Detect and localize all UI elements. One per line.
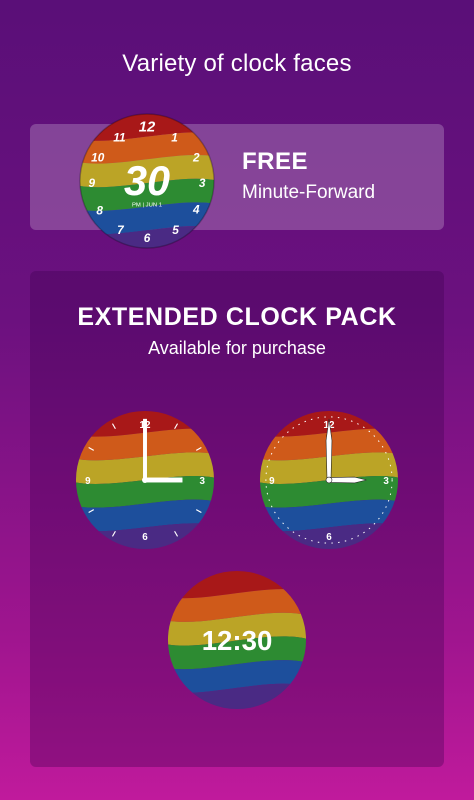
- numeral-6: 6: [326, 532, 332, 543]
- extended-pack-subtitle: Available for purchase: [148, 338, 326, 358]
- page-title: Variety of clock faces: [122, 50, 352, 77]
- numeral-9: 9: [85, 476, 91, 487]
- numeral-10: 10: [91, 150, 105, 164]
- numeral-5: 5: [172, 223, 179, 237]
- analog-clock-1: 12 3 6 9: [75, 410, 215, 550]
- numeral-6: 6: [142, 532, 148, 543]
- digital-clock: 12:30: [167, 570, 307, 710]
- free-clock-card[interactable]: 12 1 2 3 4 5 6 7 8 9 10 11 30 PM | JUN 1…: [30, 113, 444, 249]
- numeral-1: 1: [171, 131, 178, 145]
- analog-clock-2: 12 3 6 9: [259, 410, 399, 550]
- hour-hand: [145, 477, 183, 483]
- free-clock-name: Minute-Forward: [242, 182, 376, 203]
- numeral-6: 6: [144, 231, 151, 245]
- digital-time: 12:30: [202, 625, 273, 656]
- extended-pack-card[interactable]: EXTENDED CLOCK PACK Available for purcha…: [30, 271, 444, 767]
- numeral-3: 3: [383, 476, 389, 487]
- minute-forward-clock-face: 12 1 2 3 4 5 6 7 8 9 10 11 30 PM | JUN 1: [79, 113, 215, 249]
- numeral-11: 11: [113, 131, 125, 145]
- big-minutes: 30: [124, 158, 170, 204]
- free-label: FREE: [242, 148, 309, 175]
- numeral-9: 9: [89, 176, 96, 190]
- numeral-3: 3: [199, 476, 205, 487]
- minute-hand: [143, 418, 147, 480]
- date-info: PM | JUN 1: [132, 203, 162, 209]
- numeral-3: 3: [199, 176, 206, 190]
- extended-pack-title: EXTENDED CLOCK PACK: [77, 303, 397, 331]
- numeral-8: 8: [96, 204, 103, 218]
- numeral-9: 9: [269, 476, 275, 487]
- numeral-12: 12: [139, 120, 156, 136]
- numeral-2: 2: [192, 150, 200, 164]
- numeral-4: 4: [192, 203, 200, 217]
